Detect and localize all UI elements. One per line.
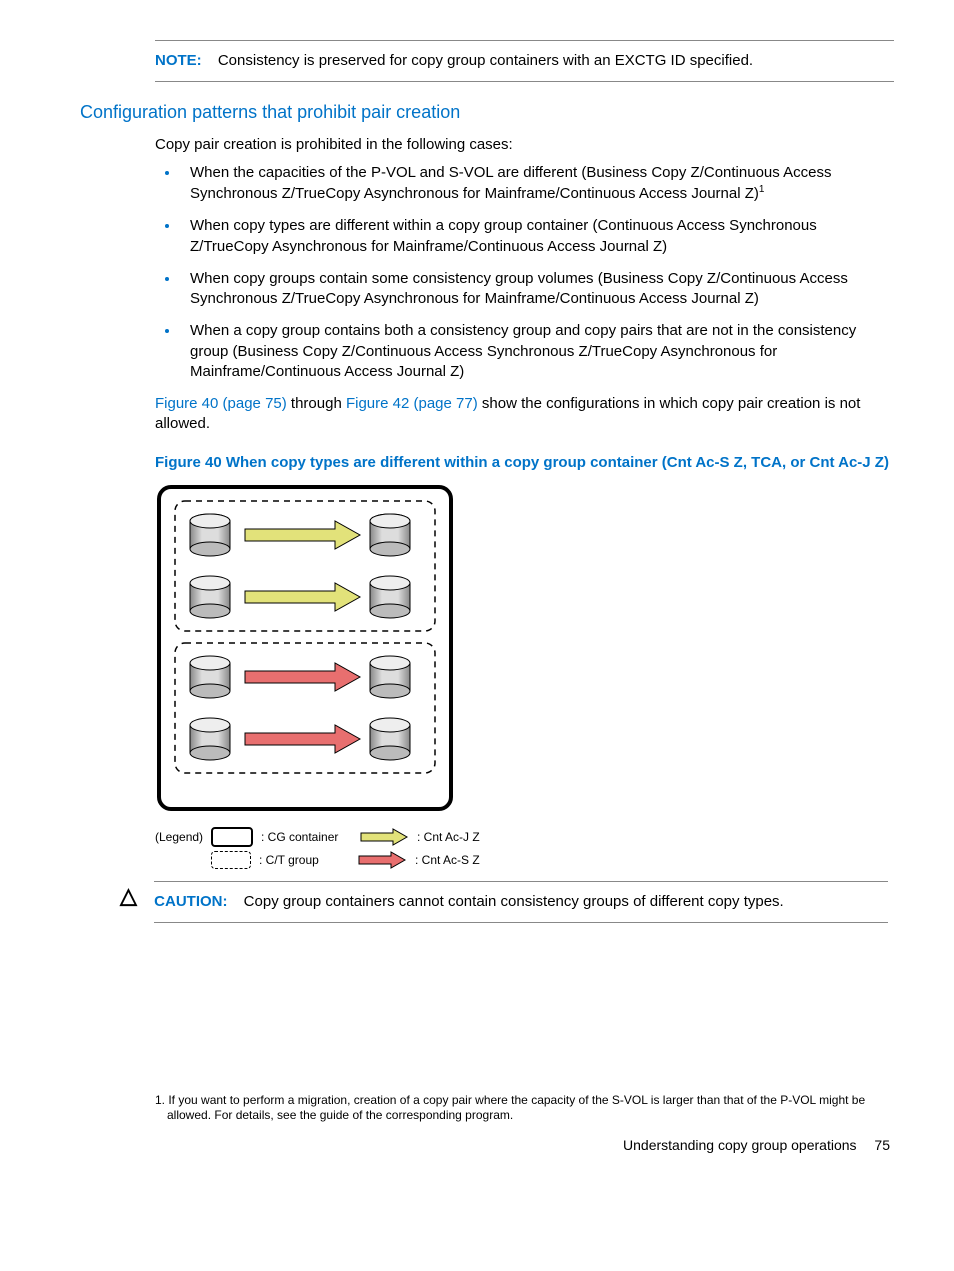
note-text: Consistency is preserved for copy group …	[218, 52, 753, 69]
figure-40-diagram	[155, 483, 894, 819]
list-item: When the capacities of the P-VOL and S-V…	[180, 163, 894, 205]
ct-group-icon	[211, 851, 251, 869]
page-footer: Understanding copy group operations 75	[80, 1136, 890, 1155]
footer-section-title: Understanding copy group operations	[623, 1137, 857, 1153]
section-heading: Configuration patterns that prohibit pai…	[80, 100, 894, 124]
bullet-list: When the capacities of the P-VOL and S-V…	[155, 163, 894, 382]
figure-legend: (Legend) : CG container : Cnt Ac-J Z : C…	[155, 827, 894, 869]
figure-link-42[interactable]: Figure 42 (page 77)	[346, 395, 478, 412]
footnote-ref: 1	[759, 184, 765, 195]
arrow-yellow-icon	[359, 828, 409, 846]
caution-label: CAUTION:	[154, 893, 227, 910]
footnote: 1. If you want to perform a migration, c…	[155, 1093, 894, 1122]
cg-container-icon	[211, 827, 253, 847]
caution-icon: △	[120, 881, 150, 911]
intro-text: Copy pair creation is prohibited in the …	[155, 135, 894, 155]
list-item: When a copy group contains both a consis…	[180, 321, 894, 382]
note-label: NOTE:	[155, 52, 202, 69]
caution-box: △ CAUTION: Copy group containers cannot …	[120, 881, 894, 923]
paragraph-with-links: Figure 40 (page 75) through Figure 42 (p…	[155, 394, 894, 435]
list-item: When copy groups contain some consistenc…	[180, 269, 894, 310]
note-box: NOTE: Consistency is preserved for copy …	[155, 40, 894, 82]
legend-label: (Legend)	[155, 829, 203, 845]
caution-text: Copy group containers cannot contain con…	[244, 893, 784, 910]
page-number: 75	[874, 1137, 890, 1153]
list-item: When copy types are different within a c…	[180, 216, 894, 257]
figure-caption: Figure 40 When copy types are different …	[155, 453, 894, 473]
arrow-red-icon	[357, 851, 407, 869]
figure-link-40[interactable]: Figure 40 (page 75)	[155, 395, 287, 412]
